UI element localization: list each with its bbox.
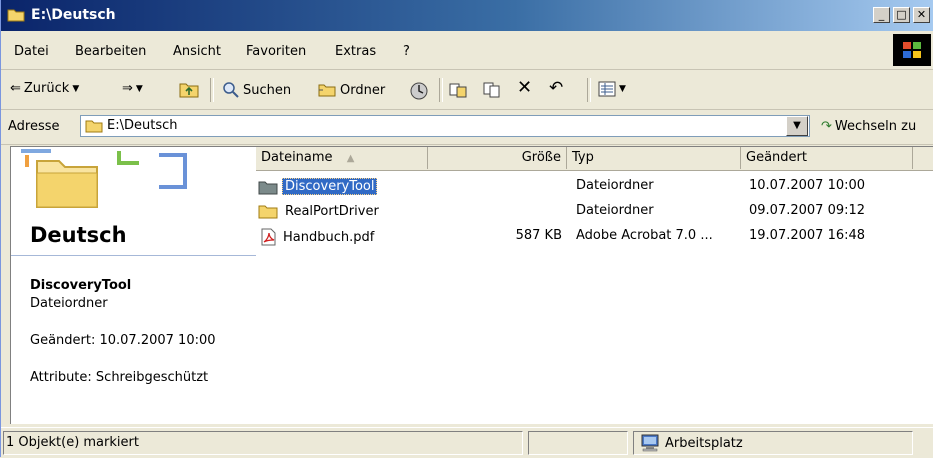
chevron-down-icon: ▼ [619,84,626,94]
views-icon [598,81,616,97]
file-name: Handbuch.pdf [283,229,375,245]
folder-icon [7,9,25,22]
selected-item-name: DiscoveryTool [30,278,132,293]
selected-item-modified: Geändert: 10.07.2007 10:00 [30,333,216,348]
status-empty-panel [528,431,628,455]
menu-datei[interactable]: Datei [14,44,49,59]
forward-button[interactable]: ⇒ ▼ [122,81,143,96]
menu-favoriten[interactable]: Favoriten [246,44,306,59]
copy-to-icon [483,82,500,98]
selected-item-attributes: Attribute: Schreibgeschützt [30,370,209,385]
file-row[interactable]: RealPortDriver Dateiordner 09.07.2007 09… [256,200,933,222]
menu-help[interactable]: ? [403,44,410,59]
file-type: Dateiordner [576,178,654,193]
folder-icon [258,181,278,194]
folder-large-icon [21,149,187,208]
history-button[interactable] [409,81,429,101]
file-name: DiscoveryTool [282,178,378,195]
file-modified: 09.07.2007 09:12 [749,203,866,218]
forward-arrow-icon: ⇒ [122,81,133,96]
folder-icon [258,205,278,219]
details-pane: Deutsch DiscoveryTool Dateiordner Geände… [11,147,256,424]
go-arrow-icon: ↷ [821,119,832,134]
file-type: Dateiordner [576,203,654,218]
windows-logo-icon [893,34,931,66]
undo-icon: ↶ [549,78,564,98]
menu-ansicht[interactable]: Ansicht [173,44,221,59]
go-button[interactable]: ↷ Wechseln zu [821,119,916,134]
menu-bearbeiten[interactable]: Bearbeiten [75,44,146,59]
computer-icon [641,434,659,452]
explorer-window: E:\Deutsch _ □ ✕ Datei Bearbeiten Ansich… [0,0,933,458]
address-label: Adresse [8,119,60,134]
status-selection: 1 Objekt(e) markiert [3,431,523,455]
folders-button[interactable]: Ordner [317,81,385,99]
move-to-icon [449,83,467,98]
window-title: E:\Deutsch [31,7,116,23]
folder-title: Deutsch [30,223,127,247]
delete-icon: ✕ [517,77,533,98]
chevron-down-icon: ▼ [135,83,143,94]
maximize-button[interactable]: □ [893,7,910,23]
file-name: RealPortDriver [285,203,379,219]
move-to-button[interactable] [448,81,468,99]
divider [11,255,256,256]
status-location: Arbeitsplatz [633,431,913,455]
search-icon [223,82,239,98]
history-icon [410,82,428,100]
address-input[interactable]: E:\Deutsch [80,115,810,137]
delete-button[interactable]: ✕ [517,77,532,98]
minimize-button[interactable]: _ [873,7,890,23]
file-modified: 10.07.2007 10:00 [749,178,866,193]
file-modified: 19.07.2007 16:48 [749,228,866,243]
file-row[interactable]: DiscoveryTool Dateiordner 10.07.2007 10:… [256,175,933,197]
up-folder-icon [179,83,199,98]
column-size[interactable]: Größe [428,147,567,169]
column-type[interactable]: Typ [567,147,741,169]
views-button[interactable]: ▼ [598,81,626,97]
file-size: 587 KB [515,228,562,243]
menu-extras[interactable]: Extras [335,44,376,59]
folders-icon [318,84,336,97]
back-button[interactable]: ⇐ Zurück ▼ [10,81,79,96]
file-type: Adobe Acrobat 7.0 ... [576,228,713,243]
address-bar: Adresse E:\Deutsch ▼ ↷ Wechseln zu [1,110,933,145]
selected-item-type: Dateiordner [30,296,108,311]
chevron-down-icon: ▼ [72,83,80,94]
toolbar: ⇐ Zurück ▼ ⇒ ▼ Suchen Ordner ✕ ↶ ▼ [1,70,933,110]
title-bar[interactable]: E:\Deutsch _ □ ✕ [1,0,933,31]
close-button[interactable]: ✕ [913,7,930,23]
pdf-icon [261,228,276,246]
up-folder-button[interactable] [179,81,199,99]
folder-icon [85,120,103,133]
sort-ascending-icon: ▲ [346,153,355,164]
back-arrow-icon: ⇐ [10,81,21,96]
column-header: Dateiname ▲ Größe Typ Geändert [256,147,933,171]
address-dropdown-button[interactable]: ▼ [786,116,808,136]
file-row[interactable]: Handbuch.pdf 587 KB Adobe Acrobat 7.0 ..… [256,225,933,247]
copy-to-button[interactable] [482,81,502,99]
content-area: Deutsch DiscoveryTool Dateiordner Geände… [10,146,933,424]
search-button[interactable]: Suchen [222,81,291,99]
menu-bar: Datei Bearbeiten Ansicht Favoriten Extra… [1,31,933,70]
undo-button[interactable]: ↶ [549,78,563,98]
status-bar: 1 Objekt(e) markiert Arbeitsplatz [1,427,933,458]
column-name[interactable]: Dateiname ▲ [256,147,428,169]
column-modified[interactable]: Geändert [741,147,913,169]
